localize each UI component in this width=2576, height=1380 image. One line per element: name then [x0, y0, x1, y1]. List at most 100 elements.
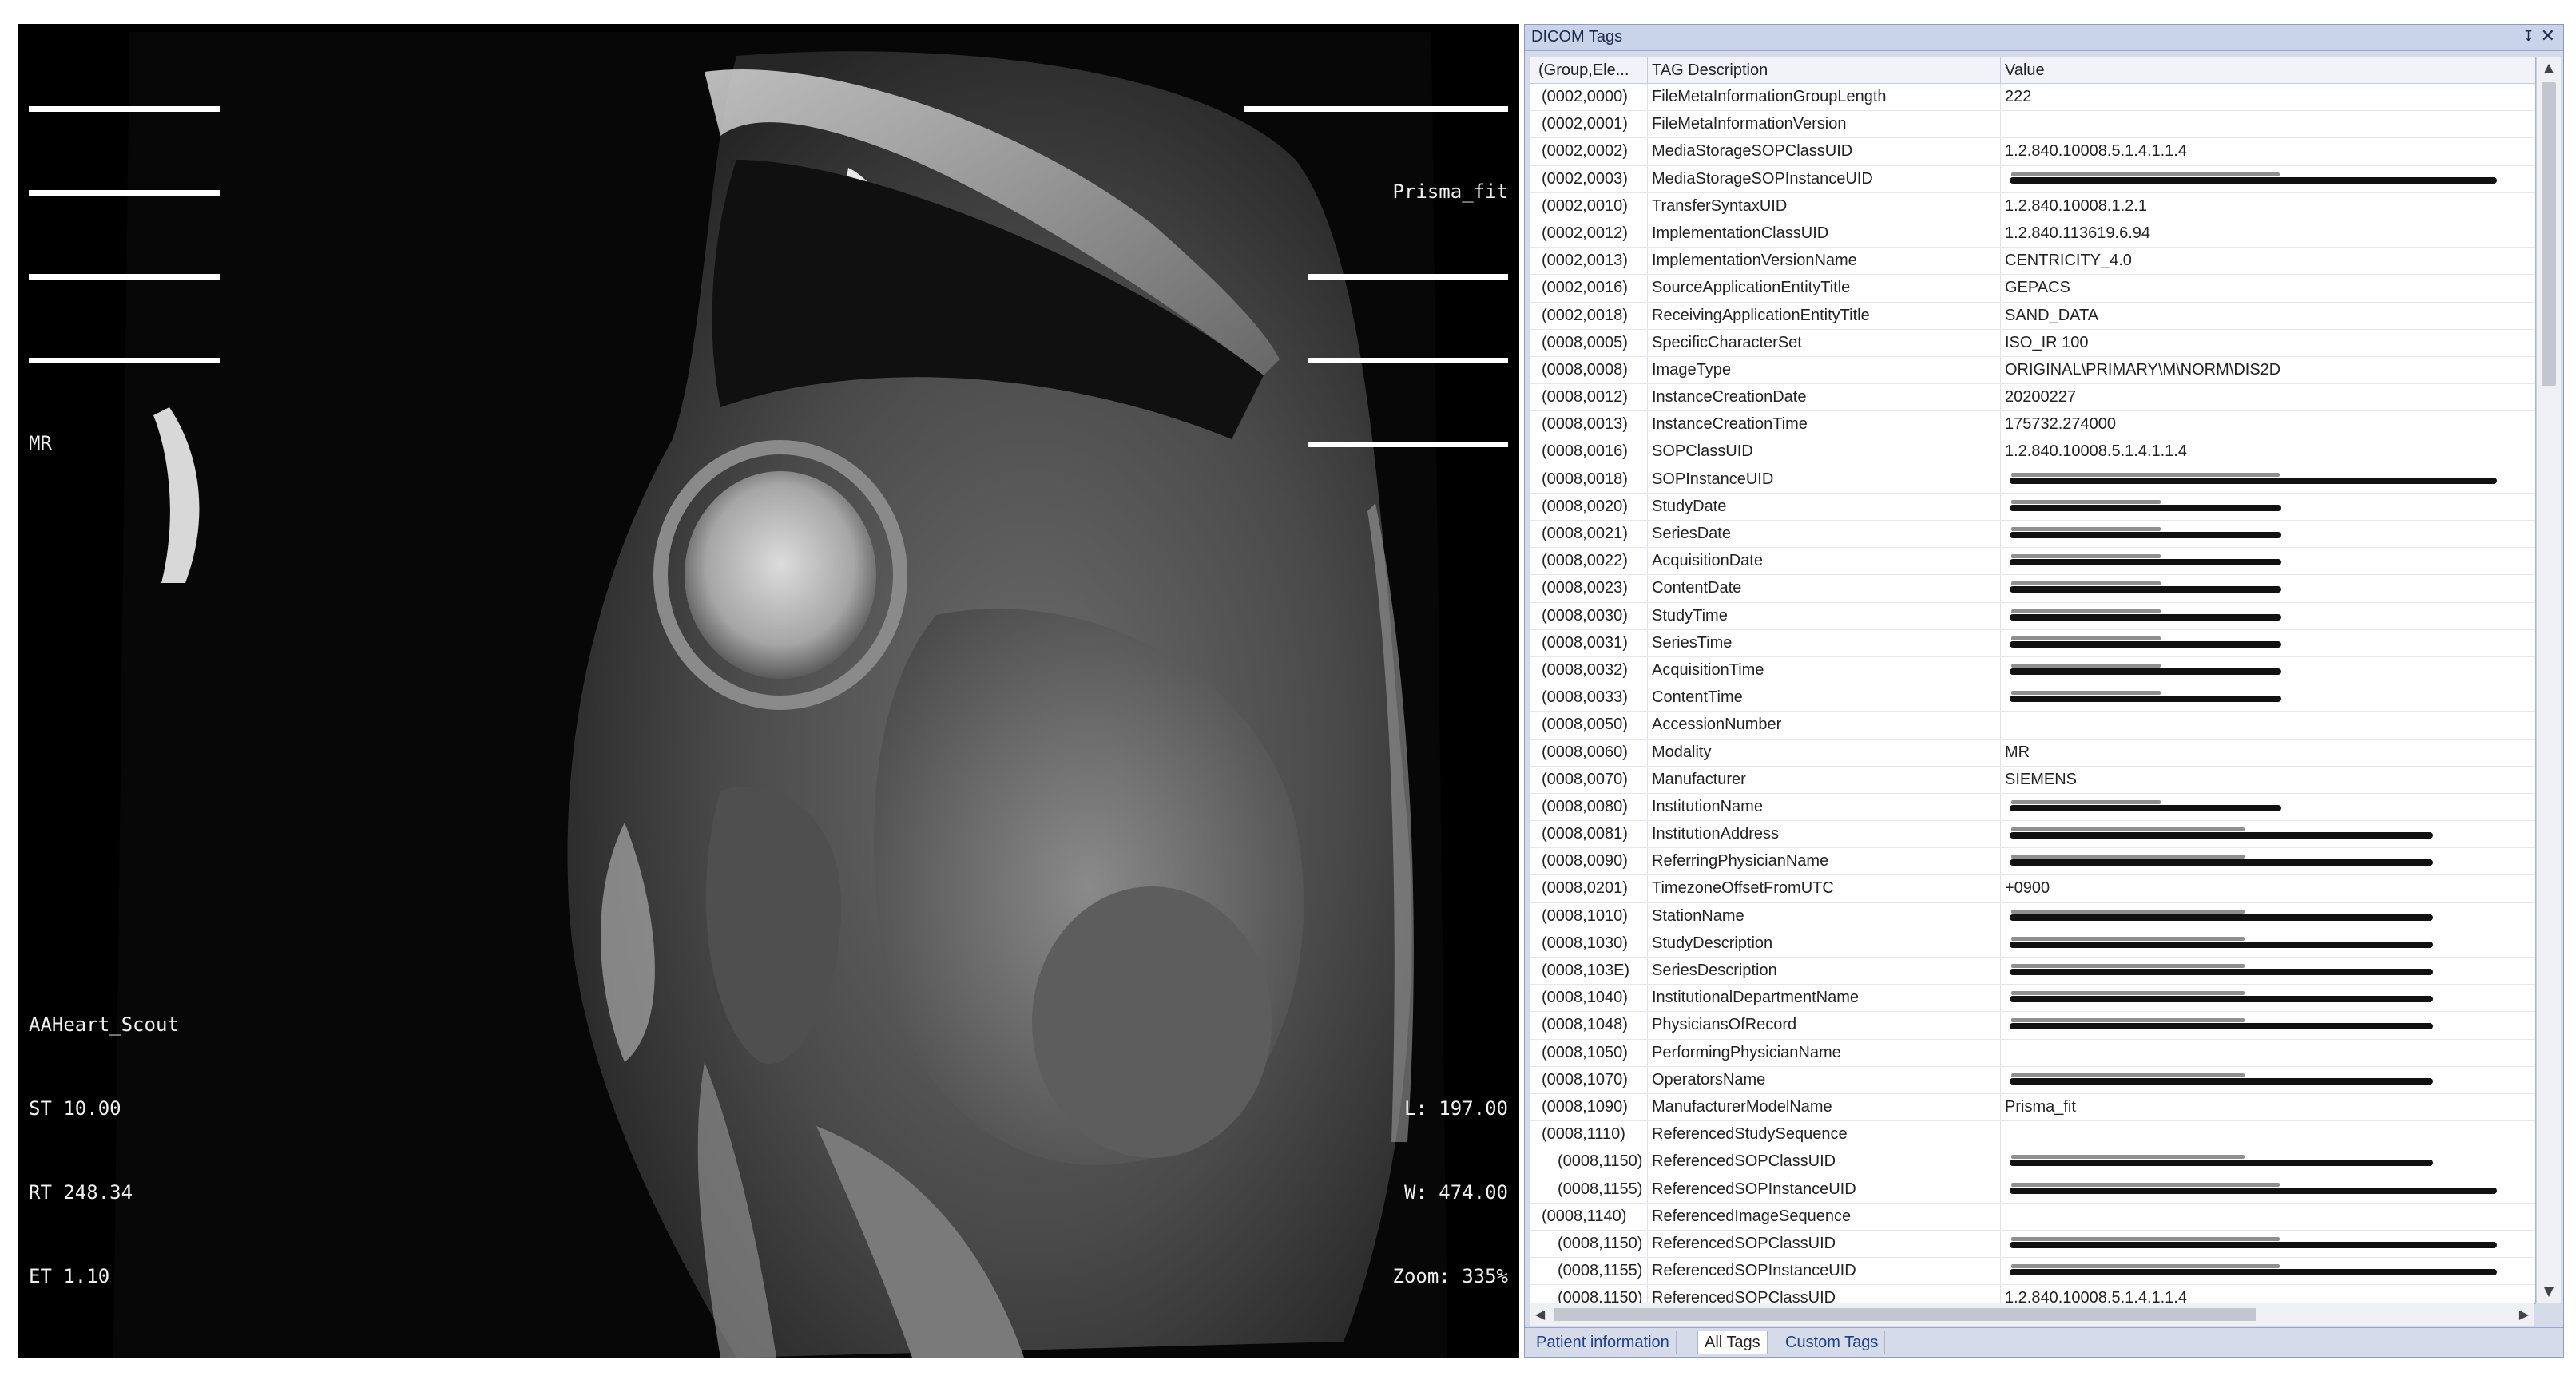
model-name-label: Prisma_fit — [1392, 180, 1509, 203]
table-row[interactable]: (0008,1040) InstitutionalDepartmentName — [1530, 985, 2535, 1013]
table-row[interactable]: (0008,1110) ReferencedStudySequence — [1530, 1121, 2535, 1149]
description-cell: ReferencedImageSequence — [1652, 1207, 1852, 1225]
table-row[interactable]: (0008,0081) InstitutionAddress — [1530, 821, 2535, 849]
column-header-description[interactable]: TAG Description — [1652, 61, 1971, 80]
scroll-up-icon[interactable]: ▲ — [2537, 57, 2561, 79]
table-row[interactable]: (0008,0020) StudyDate — [1530, 494, 2535, 521]
table-row[interactable]: (0008,0018) SOPInstanceUID — [1530, 466, 2535, 494]
table-row[interactable]: (0008,1150) ReferencedSOPClassUID — [1530, 1148, 2535, 1176]
table-row[interactable]: (0002,0003) MediaStorageSOPInstanceUID — [1530, 166, 2535, 193]
description-cell: ContentDate — [1652, 579, 1742, 597]
redaction-mark — [2011, 1155, 2245, 1160]
table-row[interactable]: (0002,0001) FileMetaInformationVersion — [1530, 111, 2535, 139]
close-icon[interactable]: ✕ — [2541, 26, 2555, 46]
table-row[interactable]: (0008,0070) Manufacturer SIEMENS — [1530, 767, 2535, 794]
table-row[interactable]: (0008,0013) InstanceCreationTime 175732.27… — [1530, 411, 2535, 439]
scroll-left-icon[interactable]: ◀ — [1530, 1303, 1550, 1326]
description-cell: InstitutionName — [1652, 797, 1763, 815]
column-header-value[interactable]: Value — [2005, 61, 2324, 80]
description-cell: PerformingPhysicianName — [1652, 1043, 1841, 1061]
table-row[interactable]: (0008,0022) AcquisitionDate — [1530, 548, 2535, 576]
column-header-tag[interactable]: (Group,Ele... — [1538, 61, 1644, 80]
value-cell: 20200227 — [2005, 388, 2076, 406]
table-row[interactable]: (0002,0013) ImplementationVersionName CENT… — [1530, 248, 2535, 276]
redaction-mark — [2011, 936, 2245, 941]
tag-cell: (0002,0003) — [1542, 169, 1628, 188]
redacted-patient-sex — [29, 178, 220, 206]
table-row[interactable]: (0002,0016) SourceApplicationEntityTitle G… — [1530, 275, 2535, 303]
redaction-mark — [2011, 636, 2161, 640]
panel-titlebar[interactable]: DICOM Tags ↧ ✕ — [1525, 25, 2563, 51]
table-row[interactable]: (0008,0005) SpecificCharacterSet ISO_IR 10… — [1530, 330, 2535, 357]
table-row[interactable]: (0008,0031) SeriesTime — [1530, 630, 2535, 657]
table-row[interactable]: (0008,1050) PerformingPhysicianName — [1530, 1040, 2535, 1067]
redaction-mark — [2011, 609, 2161, 613]
horizontal-scrollbar[interactable]: ◀ ▶ — [1530, 1303, 2534, 1326]
table-row[interactable]: (0008,1048) PhysiciansOfRecord — [1530, 1012, 2535, 1040]
redaction-mark — [2011, 472, 2280, 477]
tag-cell: (0008,0050) — [1542, 716, 1628, 734]
scrollbar-thumb[interactable] — [2542, 82, 2556, 386]
tag-cell: (0008,0016) — [1542, 442, 1628, 461]
table-row[interactable]: (0008,0030) StudyTime — [1530, 603, 2535, 630]
table-row[interactable]: (0002,0002) MediaStorageSOPClassUID 1.2.84… — [1530, 138, 2535, 166]
redaction-mark — [2010, 668, 2281, 675]
tag-cell: (0002,0001) — [1542, 115, 1628, 133]
redaction-mark — [2011, 964, 2245, 968]
tab-custom-tags[interactable]: Custom Tags — [1779, 1331, 1886, 1354]
tab-all-tags[interactable]: All Tags — [1697, 1331, 1768, 1354]
description-cell: InstanceCreationDate — [1652, 388, 1807, 406]
table-row[interactable]: (0002,0012) ImplementationClassUID 1.2.840… — [1530, 220, 2535, 248]
tags-table[interactable]: (Group,Ele... TAG Description Value (000… — [1530, 57, 2536, 1304]
mr-image-viewer[interactable]: MR Prisma_fit AAHeart_Scout ST 10.00 RT … — [18, 24, 1519, 1358]
table-row[interactable]: (0008,1150) ReferencedSOPClassUID — [1530, 1231, 2535, 1259]
table-row[interactable]: (0008,0021) SeriesDate — [1530, 521, 2535, 549]
table-row[interactable]: (0002,0018) ReceivingApplicationEntityTit… — [1530, 303, 2535, 330]
table-row[interactable]: (0008,0023) ContentDate — [1530, 575, 2535, 603]
value-cell: 1.2.840.10008.5.1.4.1.1.4 — [2005, 442, 2187, 461]
tag-cell: (0008,103E) — [1542, 962, 1630, 979]
redaction-mark — [2011, 799, 2161, 804]
table-row[interactable]: (0008,0080) InstitutionName — [1530, 794, 2535, 822]
table-row[interactable]: (0008,0008) ImageType ORIGINAL\PRIMARY\M\N… — [1530, 357, 2535, 385]
table-row[interactable]: (0002,0010) TransferSyntaxUID 1.2.840.1000… — [1530, 193, 2535, 220]
pin-icon[interactable]: ↧ — [2522, 28, 2534, 45]
table-row[interactable]: (0008,0060) Modality MR — [1530, 740, 2535, 767]
tag-cell: (0008,0008) — [1542, 360, 1628, 379]
table-row[interactable]: (0008,0201) TimezoneOffsetFromUTC +0900 — [1530, 875, 2535, 903]
redaction-mark — [2010, 477, 2497, 484]
table-row[interactable]: (0008,0033) ContentTime — [1530, 684, 2535, 712]
table-row[interactable]: (0008,1030) StudyDescription — [1530, 930, 2535, 958]
value-cell: GEPACS — [2005, 279, 2070, 297]
table-row[interactable]: (0008,1140) ReferencedImageSequence — [1530, 1204, 2535, 1231]
scroll-right-icon[interactable]: ▶ — [2514, 1303, 2534, 1326]
table-row[interactable]: (0008,1090) ManufacturerModelName Prisma_f… — [1530, 1094, 2535, 1122]
table-row[interactable]: (0008,0032) AcquisitionTime — [1530, 657, 2535, 685]
table-row[interactable]: (0008,1070) OperatorsName — [1530, 1067, 2535, 1094]
table-row[interactable]: (0008,1155) ReferencedSOPInstanceUID — [1530, 1258, 2535, 1286]
tab-patient-information[interactable]: Patient information — [1530, 1331, 1677, 1354]
hscrollbar-thumb[interactable] — [1554, 1308, 2256, 1321]
scroll-down-icon[interactable]: ▼ — [2537, 1280, 2561, 1303]
table-row[interactable]: (0002,0000) FileMetaInformationGroupLengt… — [1530, 84, 2535, 112]
table-row[interactable]: (0008,0012) InstanceCreationDate 20200227 — [1530, 384, 2535, 412]
vertical-scrollbar[interactable]: ▲ ▼ — [2536, 57, 2561, 1303]
table-row[interactable]: (0008,1155) ReferencedSOPInstanceUID — [1530, 1176, 2535, 1204]
table-row[interactable]: (0008,0090) ReferringPhysicianName — [1530, 848, 2535, 876]
modality-label: MR — [29, 432, 52, 454]
redaction-mark — [2010, 176, 2497, 184]
tag-cell: (0008,0090) — [1542, 852, 1628, 870]
table-row[interactable]: (0008,103E) SeriesDescription — [1530, 958, 2535, 985]
table-row[interactable]: (0008,1150) ReferencedSOPClassUID 1.2.840.… — [1530, 1285, 2535, 1303]
table-row[interactable]: (0008,1010) StationName — [1530, 903, 2535, 930]
dicom-tags-panel: DICOM Tags ↧ ✕ (Group,Ele... TAG Descrip… — [1524, 24, 2564, 1358]
description-cell: SeriesDate — [1652, 525, 1731, 542]
zoom-level: Zoom: 335% — [1392, 1265, 1509, 1287]
table-row[interactable]: (0008,0050) AccessionNumber — [1530, 712, 2535, 740]
tag-cell: (0002,0002) — [1542, 142, 1628, 161]
tag-cell: (0008,1010) — [1542, 906, 1628, 925]
table-row[interactable]: (0008,0016) SOPClassUID 1.2.840.10008.5.1.… — [1530, 438, 2535, 466]
description-cell: ImplementationClassUID — [1652, 224, 1829, 242]
value-cell: CENTRICITY_4.0 — [2005, 252, 2132, 270]
description-cell: StationName — [1652, 906, 1744, 925]
